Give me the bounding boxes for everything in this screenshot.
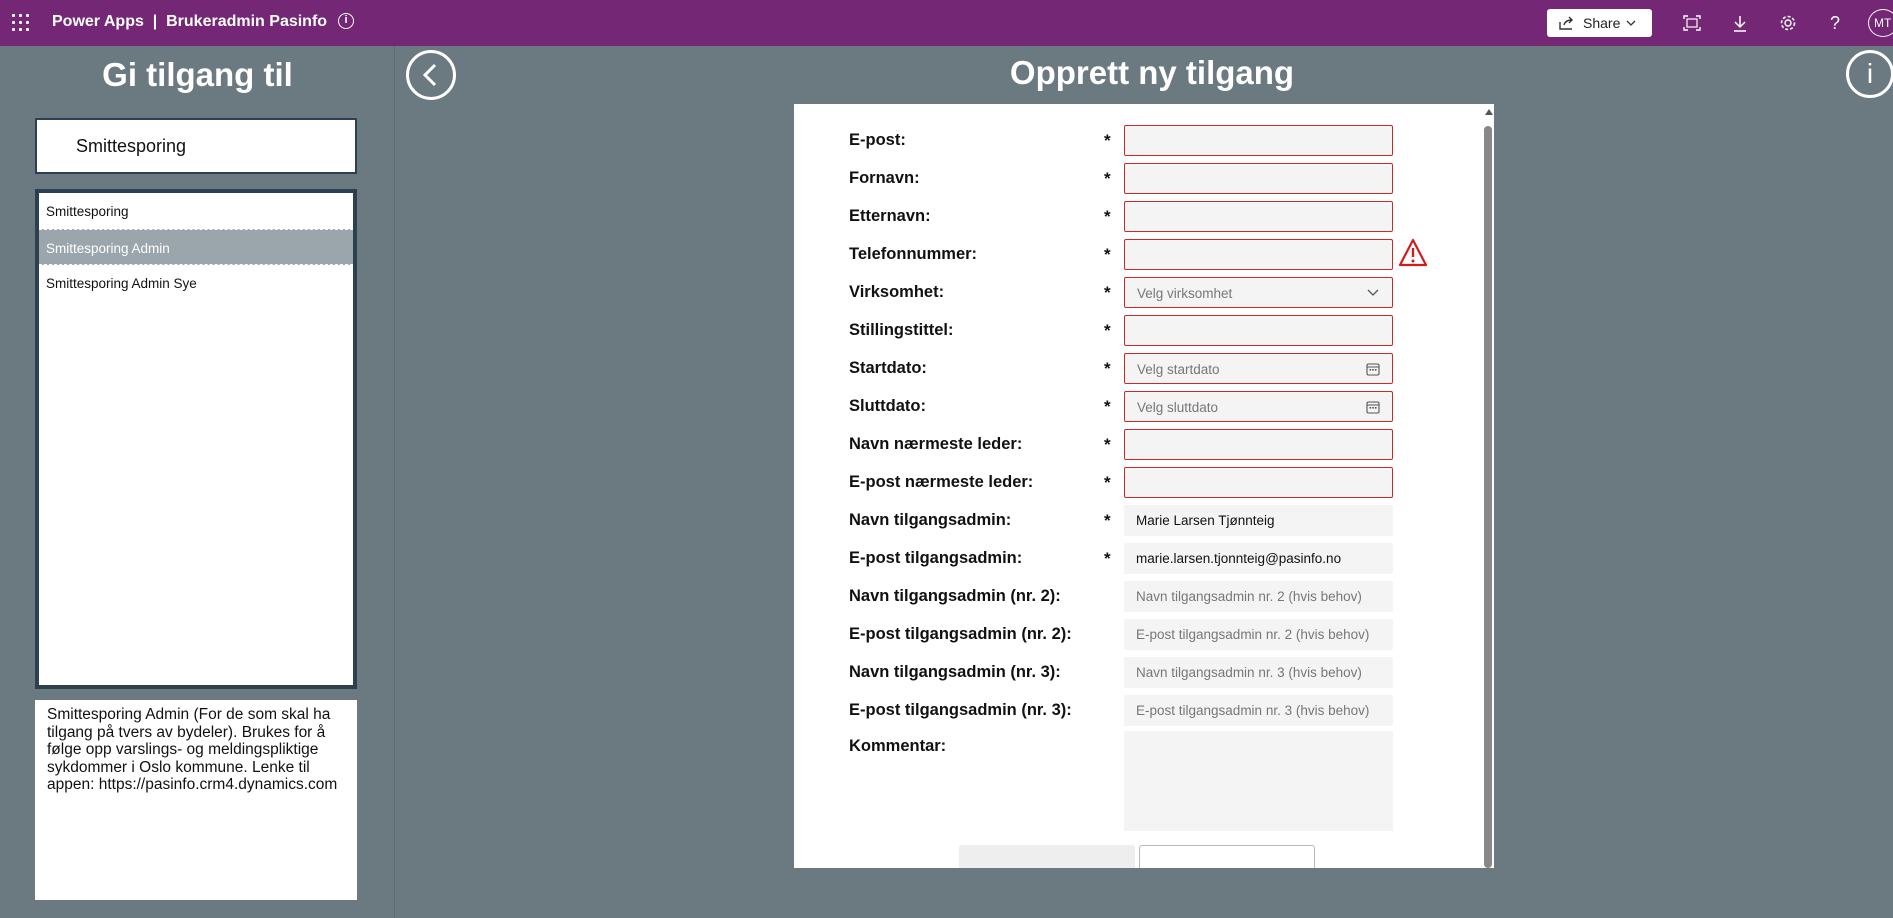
help-icon[interactable]: ? xyxy=(1824,12,1846,34)
required-marker: * xyxy=(1104,283,1111,302)
field-label: E-post: xyxy=(849,131,906,149)
email-field[interactable] xyxy=(1124,125,1393,156)
date-placeholder: Velg sluttdato xyxy=(1137,400,1219,415)
admin3-name-field[interactable]: Navn tilgangsadmin nr. 3 (hvis behov) xyxy=(1124,657,1393,688)
field-label: Telefonnummer: xyxy=(849,245,978,263)
required-marker: * xyxy=(1104,511,1111,530)
top-bar: Power Apps | Brukeradmin Pasinfo i Share… xyxy=(0,0,1893,46)
warning-icon xyxy=(1398,238,1428,267)
field-label: Navn tilgangsadmin (nr. 2): xyxy=(849,587,1061,605)
required-marker: * xyxy=(1104,131,1111,150)
form-panel: E-post: * Fornavn: * Etternavn: * Telefo… xyxy=(794,104,1494,868)
field-label: Navn tilgangsadmin: xyxy=(849,511,1012,529)
comment-textarea[interactable] xyxy=(1124,731,1393,831)
required-marker: * xyxy=(1104,397,1111,416)
download-icon[interactable] xyxy=(1729,12,1751,34)
field-label: E-post tilgangsadmin: xyxy=(849,549,1023,567)
field-label: E-post nærmeste leder: xyxy=(849,473,1034,491)
chevron-down-icon xyxy=(1367,289,1379,296)
field-label: Fornavn: xyxy=(849,169,920,187)
submit-button[interactable] xyxy=(1139,845,1315,868)
calendar-icon[interactable] xyxy=(1366,362,1380,376)
field-label: Navn nærmeste leder: xyxy=(849,435,1023,453)
manager-name-field[interactable] xyxy=(1124,429,1393,460)
required-marker: * xyxy=(1104,321,1111,340)
chevron-down-icon xyxy=(1626,20,1636,26)
field-label: Navn tilgangsadmin (nr. 3): xyxy=(849,663,1061,681)
end-date-picker[interactable]: Velg sluttdato xyxy=(1124,391,1393,422)
date-placeholder: Velg startdato xyxy=(1137,362,1220,377)
field-label: Stillingstittel: xyxy=(849,321,954,339)
app-title: Power Apps | Brukeradmin Pasinfo xyxy=(52,13,328,30)
scrollbar-thumb[interactable] xyxy=(1484,126,1492,868)
chevron-left-icon xyxy=(422,63,437,87)
share-button[interactable]: Share xyxy=(1547,9,1652,37)
description-text: Smittesporing Admin (For de som skal ha … xyxy=(35,700,357,900)
list-item[interactable]: Smittesporing Admin Sye xyxy=(39,265,353,301)
required-marker: * xyxy=(1104,435,1111,454)
share-label: Share xyxy=(1583,15,1621,31)
left-panel-title: Gi tilgang til xyxy=(102,56,293,93)
admin2-email-field[interactable]: E-post tilgangsadmin nr. 2 (hvis behov) xyxy=(1124,619,1393,650)
job-title-field[interactable] xyxy=(1124,315,1393,346)
share-icon xyxy=(1559,16,1573,30)
manager-email-field[interactable] xyxy=(1124,467,1393,498)
required-marker: * xyxy=(1104,245,1111,264)
list-item[interactable]: Smittesporing xyxy=(39,193,353,229)
field-label: Etternavn: xyxy=(849,207,931,225)
app-listbox[interactable]: Smittesporing Smittesporing Admin Smitte… xyxy=(35,189,357,689)
field-label: Virksomhet: xyxy=(849,283,945,301)
admin-name-field[interactable]: Marie Larsen Tjønnteig xyxy=(1124,505,1393,536)
scroll-up-icon[interactable] xyxy=(1485,109,1493,115)
dropdown-placeholder: Velg virksomhet xyxy=(1137,286,1233,301)
avatar[interactable]: MT xyxy=(1868,9,1893,37)
info-icon[interactable]: i xyxy=(338,13,354,29)
admin3-email-field[interactable]: E-post tilgangsadmin nr. 3 (hvis behov) xyxy=(1124,695,1393,726)
page-title: Opprett ny tilgang xyxy=(1009,54,1295,91)
required-marker: * xyxy=(1104,169,1111,188)
company-dropdown[interactable]: Velg virksomhet xyxy=(1124,277,1393,308)
field-label: Startdato: xyxy=(849,359,927,377)
cancel-button[interactable] xyxy=(959,845,1135,868)
last-name-field[interactable] xyxy=(1124,201,1393,232)
left-panel: Gi tilgang til Smittesporing Smittespori… xyxy=(0,46,395,918)
field-label: E-post tilgangsadmin (nr. 2): xyxy=(849,625,1072,643)
field-label: Kommentar: xyxy=(849,737,947,755)
search-input[interactable]: Smittesporing xyxy=(35,118,357,174)
waffle-icon[interactable] xyxy=(12,14,29,31)
required-marker: * xyxy=(1104,359,1111,378)
admin2-name-field[interactable]: Navn tilgangsadmin nr. 2 (hvis behov) xyxy=(1124,581,1393,612)
required-marker: * xyxy=(1104,473,1111,492)
required-marker: * xyxy=(1104,549,1111,568)
start-date-picker[interactable]: Velg startdato xyxy=(1124,353,1393,384)
first-name-field[interactable] xyxy=(1124,163,1393,194)
calendar-icon[interactable] xyxy=(1366,400,1380,414)
info-button[interactable]: i xyxy=(1846,50,1893,98)
admin-email-field[interactable]: marie.larsen.tjonnteig@pasinfo.no xyxy=(1124,543,1393,574)
fit-screen-icon[interactable] xyxy=(1681,12,1703,34)
field-label: Sluttdato: xyxy=(849,397,926,415)
back-button[interactable] xyxy=(406,50,456,100)
settings-icon[interactable] xyxy=(1777,12,1799,34)
required-marker: * xyxy=(1104,207,1111,226)
phone-field[interactable] xyxy=(1124,239,1393,270)
field-label: E-post tilgangsadmin (nr. 3): xyxy=(849,701,1072,719)
list-item[interactable]: Smittesporing Admin xyxy=(39,229,353,265)
